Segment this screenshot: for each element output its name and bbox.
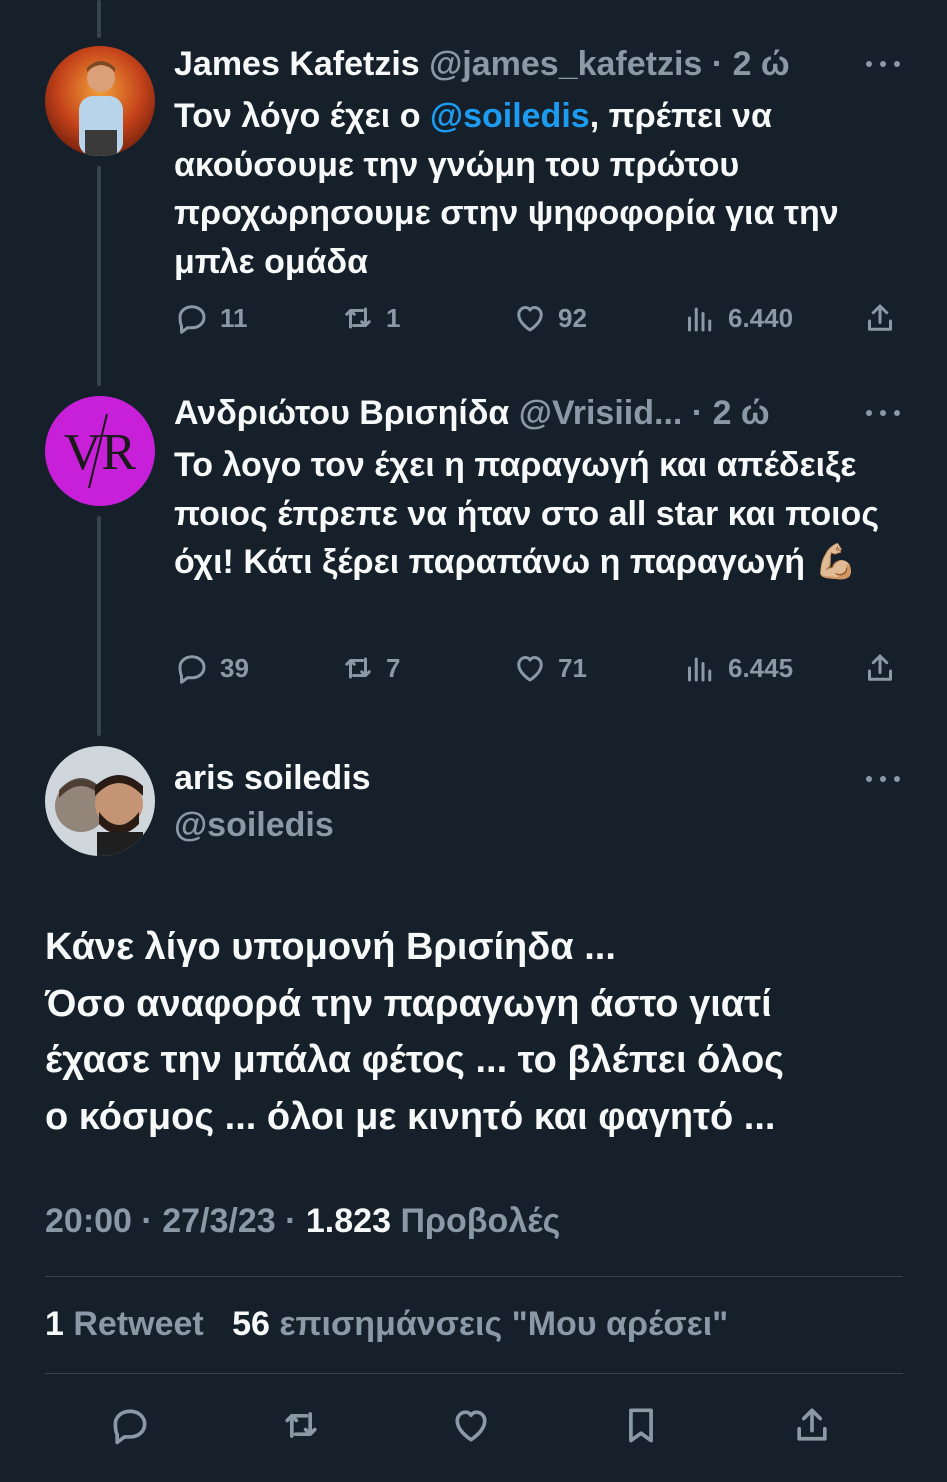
separator-dot: ·	[285, 1202, 297, 1240]
main-text-line-1: Κάνε λίγο υπομονή Βρισίηδα ...	[45, 926, 616, 968]
divider	[45, 1373, 903, 1374]
mention-link[interactable]: @soiledis	[430, 97, 590, 135]
views-label: Προβολές	[400, 1202, 561, 1240]
likes-stat[interactable]: 56 επισημάνσεις "Μου αρέσει"	[232, 1305, 728, 1343]
retweet-icon	[345, 657, 371, 679]
reply-author-handle[interactable]: @Vrisiid...	[519, 394, 683, 432]
reply-timestamp[interactable]: 2 ώ	[733, 45, 790, 83]
avatar[interactable]	[45, 46, 155, 156]
action-bar: 11 1 92 6.440	[174, 300, 904, 340]
reply-text: Τον λόγο έχει ο @soiledis, πρέπει να ακο…	[174, 92, 884, 286]
views-total: 1.823	[305, 1202, 391, 1240]
retweet-button[interactable]: 1	[340, 300, 400, 336]
divider	[45, 1276, 903, 1277]
reply-icon	[178, 655, 206, 684]
reply-button[interactable]	[105, 1395, 155, 1455]
views-icon	[688, 657, 712, 682]
likes-total: 56	[232, 1305, 270, 1343]
retweets-label: Retweet	[73, 1305, 204, 1343]
thread-line-1	[97, 166, 101, 386]
reply-icon	[113, 1409, 147, 1445]
reply-button[interactable]: 39	[174, 650, 249, 686]
retweet-button[interactable]	[276, 1395, 326, 1455]
share-icon	[868, 304, 892, 331]
share-button[interactable]	[862, 300, 898, 336]
main-author-handle[interactable]: @soiledis	[174, 806, 334, 845]
reply-author-name[interactable]: James Kafetzis	[174, 45, 420, 83]
like-icon	[455, 1410, 487, 1442]
like-count: 92	[558, 302, 587, 333]
reply-button[interactable]: 11	[174, 300, 248, 336]
reply-count: 39	[220, 652, 249, 683]
likes-label: επισημάνσεις "Μου αρέσει"	[279, 1305, 729, 1343]
reply-text-start: Τον λόγο έχει ο	[174, 97, 430, 135]
tweet-action-bar	[0, 1395, 947, 1455]
separator-dot: ·	[691, 394, 704, 432]
like-count: 71	[558, 652, 587, 683]
views-count: 6.445	[728, 652, 794, 683]
separator-dot: ·	[711, 45, 724, 83]
more-icon[interactable]	[866, 773, 900, 785]
share-icon	[797, 1408, 827, 1441]
engagement-stats: 1 Retweet 56 επισημάνσεις "Μου αρέσει"	[45, 1305, 728, 1344]
reply-author-name[interactable]: Ανδριώτου Βρισηίδα	[174, 394, 509, 432]
avatar[interactable]: VR	[45, 396, 155, 506]
main-tweet-text: Κάνε λίγο υπομονή Βρισίηδα ... Όσο αναφο…	[45, 919, 905, 1145]
main-text-line-2: Όσο αναφορά την παραγωγη άστο γιατί	[45, 982, 772, 1025]
reply-count: 11	[220, 302, 248, 333]
avatar[interactable]	[45, 746, 155, 856]
tweet-meta: 20:00 · 27/3/23 · 1.823 Προβολές	[45, 1202, 560, 1241]
main-text-line-4: ο κόσμος ... όλοι με κινητό και φαγητό .…	[45, 1095, 776, 1138]
like-button[interactable]: 92	[512, 300, 587, 336]
reply-timestamp[interactable]: 2 ώ	[713, 394, 770, 432]
retweet-count: 7	[386, 652, 401, 683]
thread-line-2	[97, 516, 101, 736]
main-text-line-3: έχασε την μπάλα φέτος ... το βλέπει όλος	[45, 1039, 784, 1081]
like-button[interactable]	[446, 1395, 496, 1455]
thread-line-top	[97, 0, 101, 38]
bookmark-button[interactable]	[616, 1395, 666, 1455]
vr-logo: VR	[64, 424, 137, 481]
main-author-name[interactable]: aris soiledis	[174, 759, 371, 798]
retweet-icon	[345, 307, 371, 329]
like-button[interactable]: 71	[512, 650, 587, 686]
action-bar: 39 7 71 6.445	[174, 650, 904, 690]
like-icon	[517, 306, 543, 332]
reply-text: Το λογο τον έχει η παραγωγή και απέδειξε…	[174, 446, 880, 581]
separator-dot: ·	[141, 1202, 153, 1240]
tweet-time[interactable]: 20:00	[45, 1202, 132, 1240]
reply-author-handle[interactable]: @james_kafetzis	[429, 45, 702, 83]
retweets-total: 1	[45, 1305, 64, 1343]
views-button[interactable]: 6.445	[682, 650, 793, 686]
more-icon[interactable]	[866, 407, 900, 419]
share-icon	[868, 654, 892, 681]
views-count: 6.440	[728, 302, 794, 333]
share-button[interactable]	[787, 1395, 837, 1455]
retweet-count: 1	[386, 302, 401, 333]
more-icon[interactable]	[866, 58, 900, 70]
retweet-icon	[285, 1412, 317, 1438]
retweets-stat[interactable]: 1 Retweet	[45, 1305, 204, 1343]
reply-icon	[178, 305, 206, 334]
views-icon	[688, 307, 712, 332]
like-icon	[517, 656, 543, 682]
views-button[interactable]: 6.440	[682, 300, 793, 336]
tweet-date[interactable]: 27/3/23	[162, 1202, 275, 1240]
bookmark-icon	[629, 1408, 653, 1443]
share-button[interactable]	[862, 650, 898, 686]
retweet-button[interactable]: 7	[340, 650, 400, 686]
